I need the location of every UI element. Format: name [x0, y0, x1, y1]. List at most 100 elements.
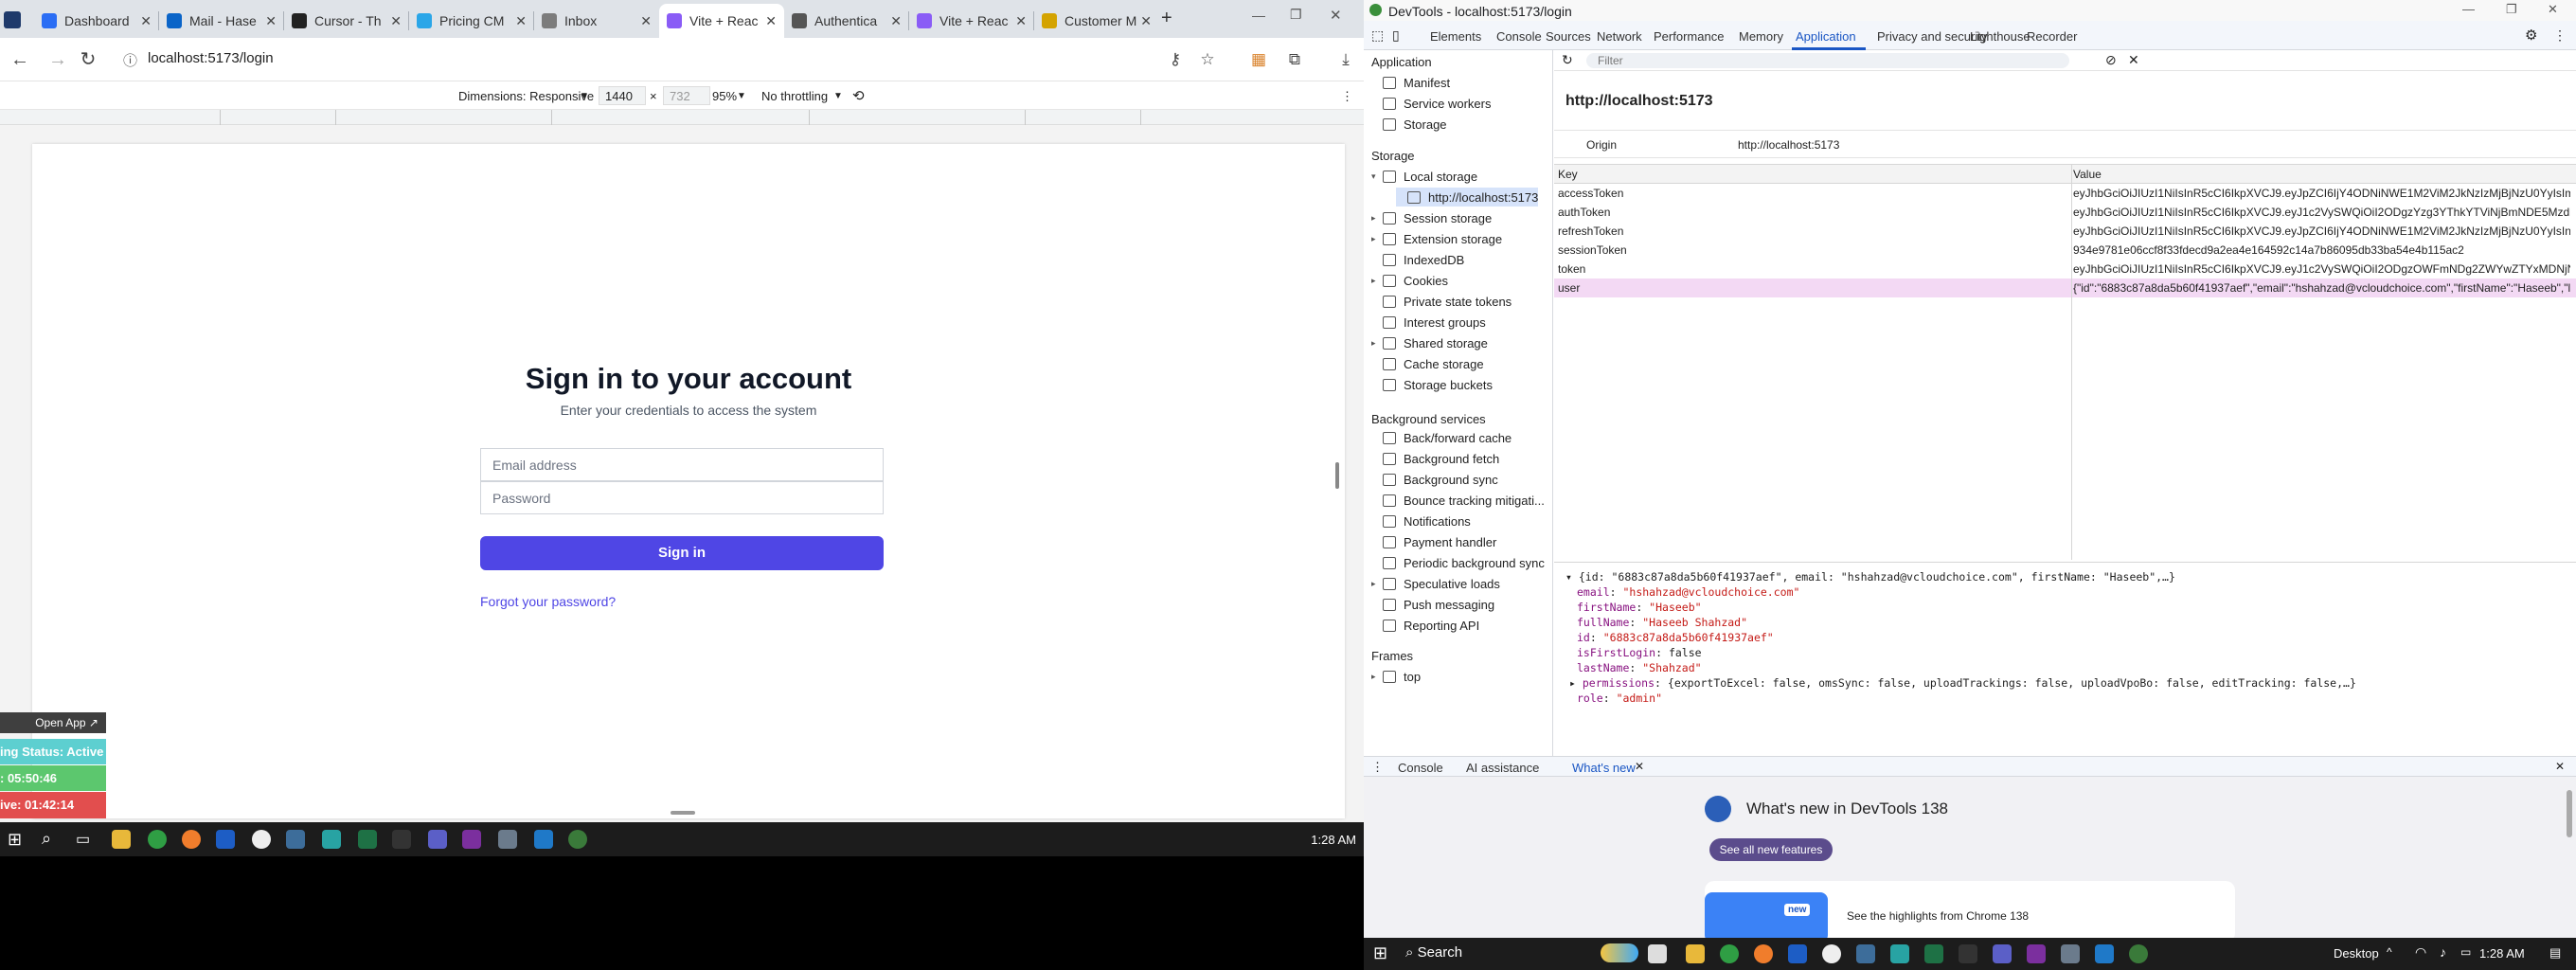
file-explorer-icon[interactable]: [112, 830, 131, 849]
column-header-value[interactable]: Value: [2073, 168, 2570, 181]
extension-icon[interactable]: ▦: [1248, 49, 1269, 70]
more-options-icon[interactable]: ⋮: [2553, 27, 2567, 44]
maximize-icon[interactable]: ❐: [2506, 2, 2517, 17]
sidebar-item[interactable]: ▸ top: [1371, 667, 1421, 686]
app-icon[interactable]: [252, 830, 271, 849]
app-icon[interactable]: [1993, 944, 2012, 963]
wifi-icon[interactable]: ◠: [2415, 944, 2426, 961]
firefox-icon[interactable]: [182, 830, 201, 849]
column-divider[interactable]: [2071, 164, 2072, 560]
task-view-icon[interactable]: [1648, 944, 1667, 963]
table-row[interactable]: authToken eyJhbGciOiJIUzI1NiIsInR5cCI6Ikp…: [1554, 203, 2576, 222]
app-icon[interactable]: [216, 830, 235, 849]
forward-icon[interactable]: →: [45, 47, 70, 72]
app-icon[interactable]: [286, 830, 305, 849]
windows-start-icon[interactable]: ⊞: [8, 830, 22, 850]
preview-field[interactable]: ▸ permissions: {exportToExcel: false, om…: [1569, 676, 2356, 690]
address-bar[interactable]: ⓘ localhost:5173/login: [110, 43, 1152, 77]
sidebar-item[interactable]: ▸ Cookies: [1371, 271, 1448, 290]
browser-tab[interactable]: Inbox ✕: [534, 4, 659, 38]
windows-start-icon[interactable]: ⊞: [1373, 943, 1387, 963]
app-icon[interactable]: [498, 830, 517, 849]
desktop-label[interactable]: Desktop: [2334, 946, 2379, 961]
browser-tab[interactable]: Dashboard ✕: [34, 4, 159, 38]
expand-arrow-icon[interactable]: ▸: [1371, 579, 1383, 589]
sidebar-item[interactable]: Notifications: [1371, 512, 1471, 530]
filter-input[interactable]: Filter: [1586, 53, 2069, 68]
sidebar-item[interactable]: Manifest: [1371, 73, 1450, 92]
sidebar-item[interactable]: Periodic background sync: [1371, 553, 1545, 572]
preview-field[interactable]: firstName: "Haseeb": [1577, 601, 1702, 614]
reload-icon[interactable]: ↻: [76, 47, 100, 72]
email-input[interactable]: [481, 449, 883, 480]
table-row[interactable]: refreshToken eyJhbGciOiJIUzI1NiIsInR5cCI6…: [1554, 222, 2576, 241]
sidebar-item[interactable]: Storage: [1371, 115, 1447, 134]
viewport-resize-handle[interactable]: [1335, 462, 1339, 489]
close-tab-icon[interactable]: ✕: [1140, 13, 1152, 29]
sidebar-item[interactable]: Cache storage: [1371, 354, 1484, 373]
clear-all-icon[interactable]: ⊘: [2105, 52, 2117, 68]
devtools-tab[interactable]: Memory: [1739, 29, 1783, 44]
onenote-icon[interactable]: [2027, 944, 2046, 963]
sidebar-item[interactable]: Back/forward cache: [1371, 428, 1512, 447]
close-tab-icon[interactable]: ✕: [390, 13, 402, 29]
app-icon[interactable]: [1959, 944, 1977, 963]
drawer-tab-whats-new[interactable]: What's new: [1572, 761, 1636, 775]
close-tab-icon[interactable]: ✕: [265, 13, 277, 29]
close-tab-icon[interactable]: ✕: [1015, 13, 1027, 29]
scrollbar-thumb[interactable]: [2567, 790, 2572, 837]
preview-field[interactable]: fullName: "Haseeb Shahzad": [1577, 616, 1747, 629]
expand-arrow-icon[interactable]: ▸: [1371, 276, 1383, 286]
viewport-width-input[interactable]: 1440: [599, 86, 646, 105]
close-window-icon[interactable]: ✕: [2548, 2, 2558, 17]
devtools-tab[interactable]: Network: [1597, 29, 1642, 44]
sidebar-item[interactable]: Service workers: [1371, 94, 1491, 113]
devtools-tab[interactable]: Lighthouse: [1970, 29, 2030, 44]
chevron-up-icon[interactable]: ^: [2387, 945, 2392, 959]
expand-arrow-icon[interactable]: ▸: [1371, 213, 1383, 224]
email-field[interactable]: [480, 448, 884, 481]
new-tab-button[interactable]: +: [1161, 8, 1172, 29]
minimize-icon[interactable]: —: [1252, 8, 1265, 23]
close-window-icon[interactable]: ✕: [1330, 7, 1342, 24]
app-icon[interactable]: [1890, 944, 1909, 963]
password-field[interactable]: [480, 481, 884, 514]
devtools-tab[interactable]: Console: [1496, 29, 1542, 44]
app-icon[interactable]: [2061, 944, 2080, 963]
firefox-icon[interactable]: [1754, 944, 1773, 963]
browser-tab[interactable]: Customer M ✕: [1034, 4, 1159, 38]
expand-arrow-icon[interactable]: ▸: [1371, 338, 1383, 349]
devtools-tab[interactable]: Recorder: [2027, 29, 2077, 44]
column-header-key[interactable]: Key: [1558, 168, 1578, 181]
browser-tab[interactable]: Mail - Hase ✕: [159, 4, 284, 38]
app-icon[interactable]: [1856, 944, 1875, 963]
volume-icon[interactable]: ♪: [2440, 944, 2446, 960]
devtools-tab[interactable]: Performance: [1654, 29, 1724, 44]
app-icon[interactable]: [1822, 944, 1841, 963]
close-drawer-icon[interactable]: ✕: [2555, 760, 2565, 773]
browser-tab[interactable]: Authentica ✕: [784, 4, 909, 38]
app-icon[interactable]: [428, 830, 447, 849]
drawer-tab-console[interactable]: Console: [1398, 761, 1443, 775]
browser-tab[interactable]: Vite + Reac ✕: [909, 4, 1034, 38]
expand-arrow-icon[interactable]: ▸: [1371, 672, 1383, 682]
sidebar-item[interactable]: Push messaging: [1371, 595, 1494, 614]
sidebar-item[interactable]: Interest groups: [1371, 313, 1486, 332]
viewport-height-input[interactable]: 732: [663, 86, 710, 105]
sidebar-item[interactable]: ▸ Shared storage: [1371, 333, 1488, 352]
preview-field[interactable]: role: "admin": [1577, 692, 1662, 705]
drawer-tab-ai-assistance[interactable]: AI assistance: [1466, 761, 1539, 775]
search-icon[interactable]: ⌕: [42, 829, 51, 849]
devtools-tab[interactable]: Elements: [1430, 29, 1481, 44]
close-tab-icon[interactable]: ✕: [140, 13, 152, 29]
rotate-icon[interactable]: ⟲: [852, 87, 865, 104]
onenote-icon[interactable]: [462, 830, 481, 849]
browser-tab[interactable]: Cursor - Th ✕: [284, 4, 409, 38]
devtools-tab[interactable]: Sources: [1546, 29, 1591, 44]
table-row[interactable]: user {"id":"6883c87a8da5b60f41937aef","em…: [1554, 278, 2576, 297]
sidebar-item[interactable]: ▸ Session storage: [1371, 208, 1492, 227]
chrome-icon[interactable]: [148, 830, 167, 849]
viewport-resize-handle-bottom[interactable]: [671, 811, 695, 815]
tab-search-icon[interactable]: [4, 11, 21, 28]
drawer-menu-icon[interactable]: ⋮: [1371, 760, 1384, 775]
